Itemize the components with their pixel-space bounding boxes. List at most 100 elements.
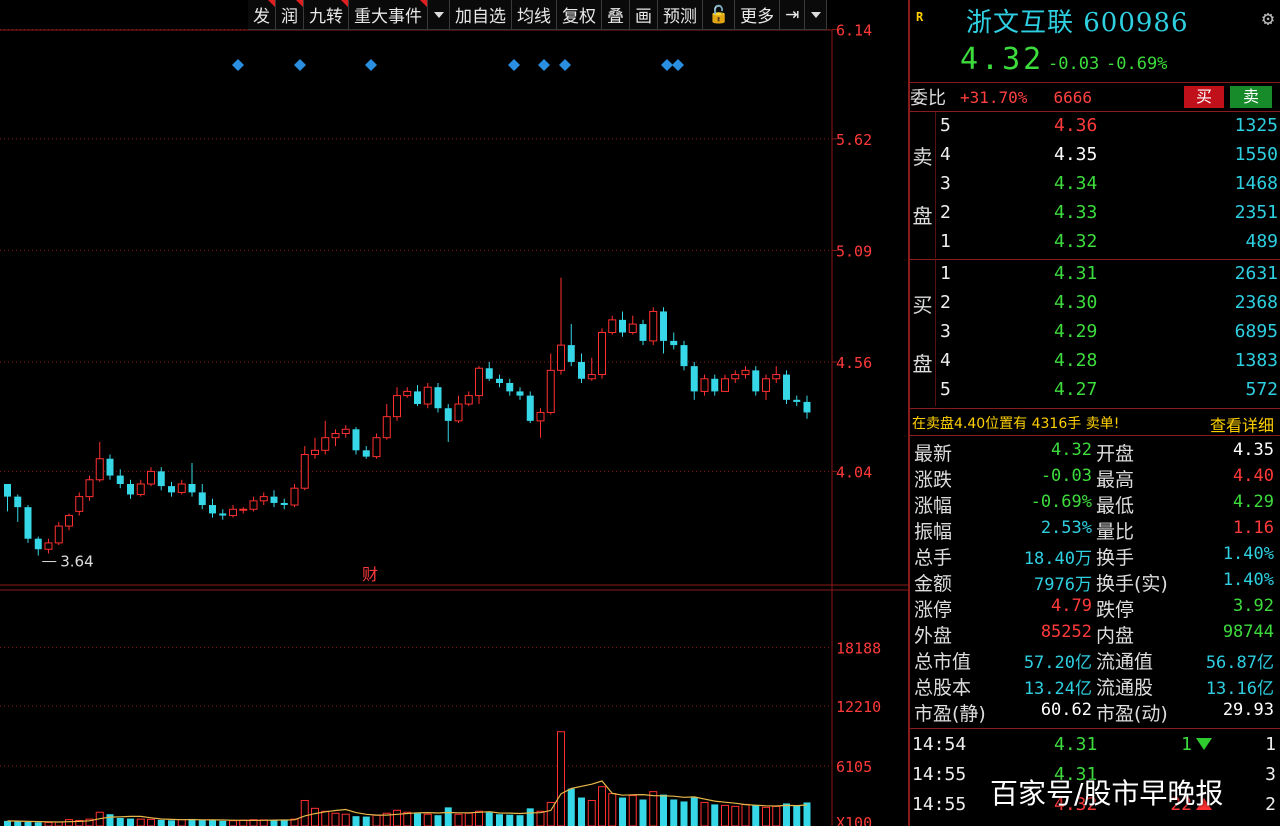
candle-body <box>464 395 473 405</box>
arrow-down-icon <box>1196 738 1212 750</box>
toolbar-button[interactable]: 🔓 <box>703 0 736 30</box>
volume-bar <box>127 818 134 826</box>
candle-body <box>526 395 534 421</box>
book-volume: 6895 <box>1234 321 1278 342</box>
stat-label: 涨幅 <box>914 495 953 517</box>
tick-price: 4.31 <box>1054 734 1098 755</box>
toolbar-button[interactable]: 均线 <box>512 0 557 30</box>
book-row[interactable]: 1 4.31 2631 <box>936 260 1280 289</box>
book-row[interactable]: 3 4.29 6895 <box>936 318 1280 347</box>
buy-order-book: 买 盘 1 4.31 2631 2 4.30 2368 3 4.29 6895 4 4.28 1383… <box>910 260 1280 406</box>
divider <box>910 408 1280 409</box>
sell-side-label: 卖 盘 <box>910 112 936 258</box>
candle-body <box>454 403 463 422</box>
volume-bar <box>783 803 790 826</box>
book-row[interactable]: 2 4.33 2351 <box>936 199 1280 228</box>
dropdown-arrow-icon[interactable] <box>805 0 828 30</box>
book-row[interactable]: 4 4.28 1383 <box>936 347 1280 376</box>
volume-bar <box>403 811 412 826</box>
candle-body <box>331 432 340 439</box>
wb-diff: 6666 <box>1053 87 1092 107</box>
volume-bar <box>116 817 124 826</box>
volume-tick-label: 12210 <box>836 698 881 716</box>
large-order-hint: 在卖盘4.40位置有 4316手 卖单! 查看详细 <box>910 410 1280 436</box>
toolbar-button[interactable]: 叠 <box>602 0 630 30</box>
candle-body <box>536 411 545 422</box>
book-row[interactable]: 4 4.35 1550 <box>936 141 1280 170</box>
gear-icon[interactable]: ⚙ <box>1262 6 1274 30</box>
candle-body <box>177 483 186 493</box>
buy-side-char: 盘 <box>912 352 933 376</box>
stat-label: 最新 <box>914 443 953 465</box>
book-price: 4.32 <box>1054 231 1098 252</box>
volume-bar <box>660 794 667 826</box>
volume-bar <box>680 801 688 826</box>
book-row[interactable]: 1 4.32 489 <box>936 228 1280 257</box>
stat-value: 1.40% <box>1222 544 1274 564</box>
candle-body <box>803 401 811 413</box>
book-row[interactable]: 5 4.36 1325 <box>936 112 1280 141</box>
stat-label: 跌停 <box>1096 599 1135 621</box>
volume-bar <box>352 816 360 826</box>
candle-body <box>157 471 165 487</box>
candle-body <box>341 428 350 434</box>
dropdown-arrow-icon[interactable] <box>428 0 450 30</box>
toolbar-button[interactable]: 发 <box>248 0 276 30</box>
event-markers: 3.64 财 <box>42 59 684 584</box>
candle-body <box>382 416 391 439</box>
price-tick-label: 5.62 <box>836 131 872 149</box>
volume-bar <box>762 806 770 826</box>
quote-panel: R 浙文互联 600986 ⚙ 4.32 -0.03 -0.69% 委比 +31… <box>910 0 1280 826</box>
candle-body <box>741 369 750 376</box>
toolbar-button[interactable]: 润 <box>276 0 304 30</box>
volume-bar <box>496 814 503 826</box>
book-level: 5 <box>940 115 951 136</box>
candle-body <box>311 449 319 456</box>
toolbar-button[interactable]: 重大事件 <box>349 0 428 30</box>
toolbar-button[interactable]: ⇥ <box>780 0 806 30</box>
stat-value: 4.79 <box>1051 596 1092 616</box>
price-tick-label: 5.09 <box>836 242 872 260</box>
candle-body <box>485 368 493 379</box>
candle-body <box>496 378 503 383</box>
book-level: 4 <box>940 144 951 165</box>
divider <box>910 82 1280 83</box>
book-row[interactable]: 3 4.34 1468 <box>936 170 1280 199</box>
volume-tick-label: X100 <box>836 814 872 826</box>
toolbar-button[interactable]: 加自选 <box>450 0 512 30</box>
volume-bar <box>393 809 401 826</box>
book-price: 4.30 <box>1054 292 1098 313</box>
volume-bar <box>24 821 32 826</box>
book-row[interactable]: 5 4.27 572 <box>936 376 1280 405</box>
toolbar-button[interactable]: 更多 <box>735 0 781 30</box>
book-level: 3 <box>940 173 951 194</box>
book-row[interactable]: 2 4.30 2368 <box>936 289 1280 318</box>
toolbar-button[interactable]: 预测 <box>658 0 703 30</box>
toolbar-button[interactable]: 画 <box>630 0 658 30</box>
candles <box>4 277 811 556</box>
volume-bar <box>414 813 421 826</box>
stat-value: 60.62 <box>1040 700 1092 720</box>
stat-label: 换手 <box>1096 547 1135 569</box>
kline-chart[interactable]: 3.64 财 6.14 5.62 5.09 4.56 4.04 18188 12210 6105… <box>0 0 908 826</box>
candle-body <box>95 458 104 481</box>
view-detail-link[interactable]: 查看详细 <box>1210 412 1274 436</box>
buy-button[interactable]: 买 <box>1184 86 1224 108</box>
toolbar-button[interactable]: 复权 <box>557 0 602 30</box>
book-price: 4.31 <box>1054 263 1098 284</box>
price-change: -0.03 <box>1048 54 1100 74</box>
price-axis: 6.14 5.62 5.09 4.56 4.04 18188 12210 6105 X100 <box>836 21 881 826</box>
candle-body <box>393 395 401 418</box>
candle-body <box>24 507 32 539</box>
candle-body <box>567 345 575 362</box>
buy-side-char: 买 <box>912 293 933 317</box>
candle-body <box>188 483 196 493</box>
candle-body <box>649 310 658 342</box>
candle-body <box>65 515 73 527</box>
chart-toolbar: 发润九转 重大事件 加自选 均线 复权叠画预测 🔓 更多 ⇥ <box>248 0 828 30</box>
candle-body <box>116 475 124 484</box>
toolbar-button[interactable]: 九转 <box>304 0 349 30</box>
candle-body <box>168 486 175 493</box>
book-volume: 489 <box>1245 231 1278 252</box>
sell-button[interactable]: 卖 <box>1230 86 1272 108</box>
